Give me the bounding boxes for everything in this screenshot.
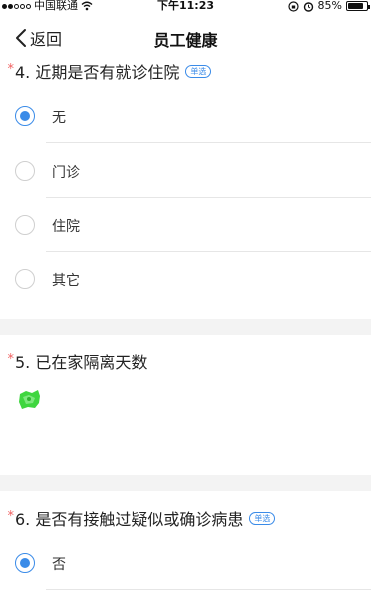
option-label: 无 [52,110,66,126]
option-label: 门诊 [52,165,80,181]
radio-selected-icon[interactable] [15,106,35,126]
required-mark: * [7,61,15,77]
question-6: * 6. 是否有接触过疑似或确诊病患 单选 [0,506,371,530]
required-mark: * [7,508,15,524]
battery-icon [346,1,370,11]
option-label: 住院 [52,219,80,235]
question-5: * 5. 已在家隔离天数 [0,349,371,373]
nav-bar: 返回 员工健康 [0,22,371,54]
radio-unselected-icon[interactable] [15,269,35,289]
section-gap [0,475,371,491]
question-header: * 6. 是否有接触过疑似或确诊病患 单选 [0,506,371,530]
divider [46,589,371,590]
option-label: 其它 [52,273,80,289]
answer-input-redacted[interactable] [17,388,42,410]
question-title: 6. 是否有接触过疑似或确诊病患 [15,510,244,529]
radio-unselected-icon[interactable] [15,161,35,181]
option-hospitalized[interactable]: 住院 [0,198,371,252]
radio-selected-icon[interactable] [15,553,35,573]
divider [46,142,371,143]
single-choice-badge: 单选 [249,511,276,525]
option-outpatient[interactable]: 门诊 [0,144,371,198]
battery-percent: 85% [317,0,342,12]
question-title: 4. 近期是否有就诊住院 [15,63,180,82]
question-4: * 4. 近期是否有就诊住院 单选 [0,59,371,83]
option-other[interactable]: 其它 [0,252,371,306]
section-gap [0,319,371,335]
orientation-lock-icon [287,0,299,12]
option-label: 否 [52,557,66,573]
required-mark: * [7,351,15,367]
radio-unselected-icon[interactable] [15,215,35,235]
single-choice-badge: 单选 [185,64,212,78]
battery-fill [348,3,364,9]
question-header: * 4. 近期是否有就诊住院 单选 [0,59,371,83]
page-title: 员工健康 [153,31,218,50]
option-no[interactable]: 否 [0,536,371,590]
alarm-icon [303,1,313,12]
question-title: 5. 已在家隔离天数 [15,353,148,372]
option-none[interactable]: 无 [0,89,371,143]
question-header: * 5. 已在家隔离天数 [0,349,371,373]
status-bar: 中国联通 下午11:23 85% [0,0,371,12]
status-right: 85% [287,0,370,12]
